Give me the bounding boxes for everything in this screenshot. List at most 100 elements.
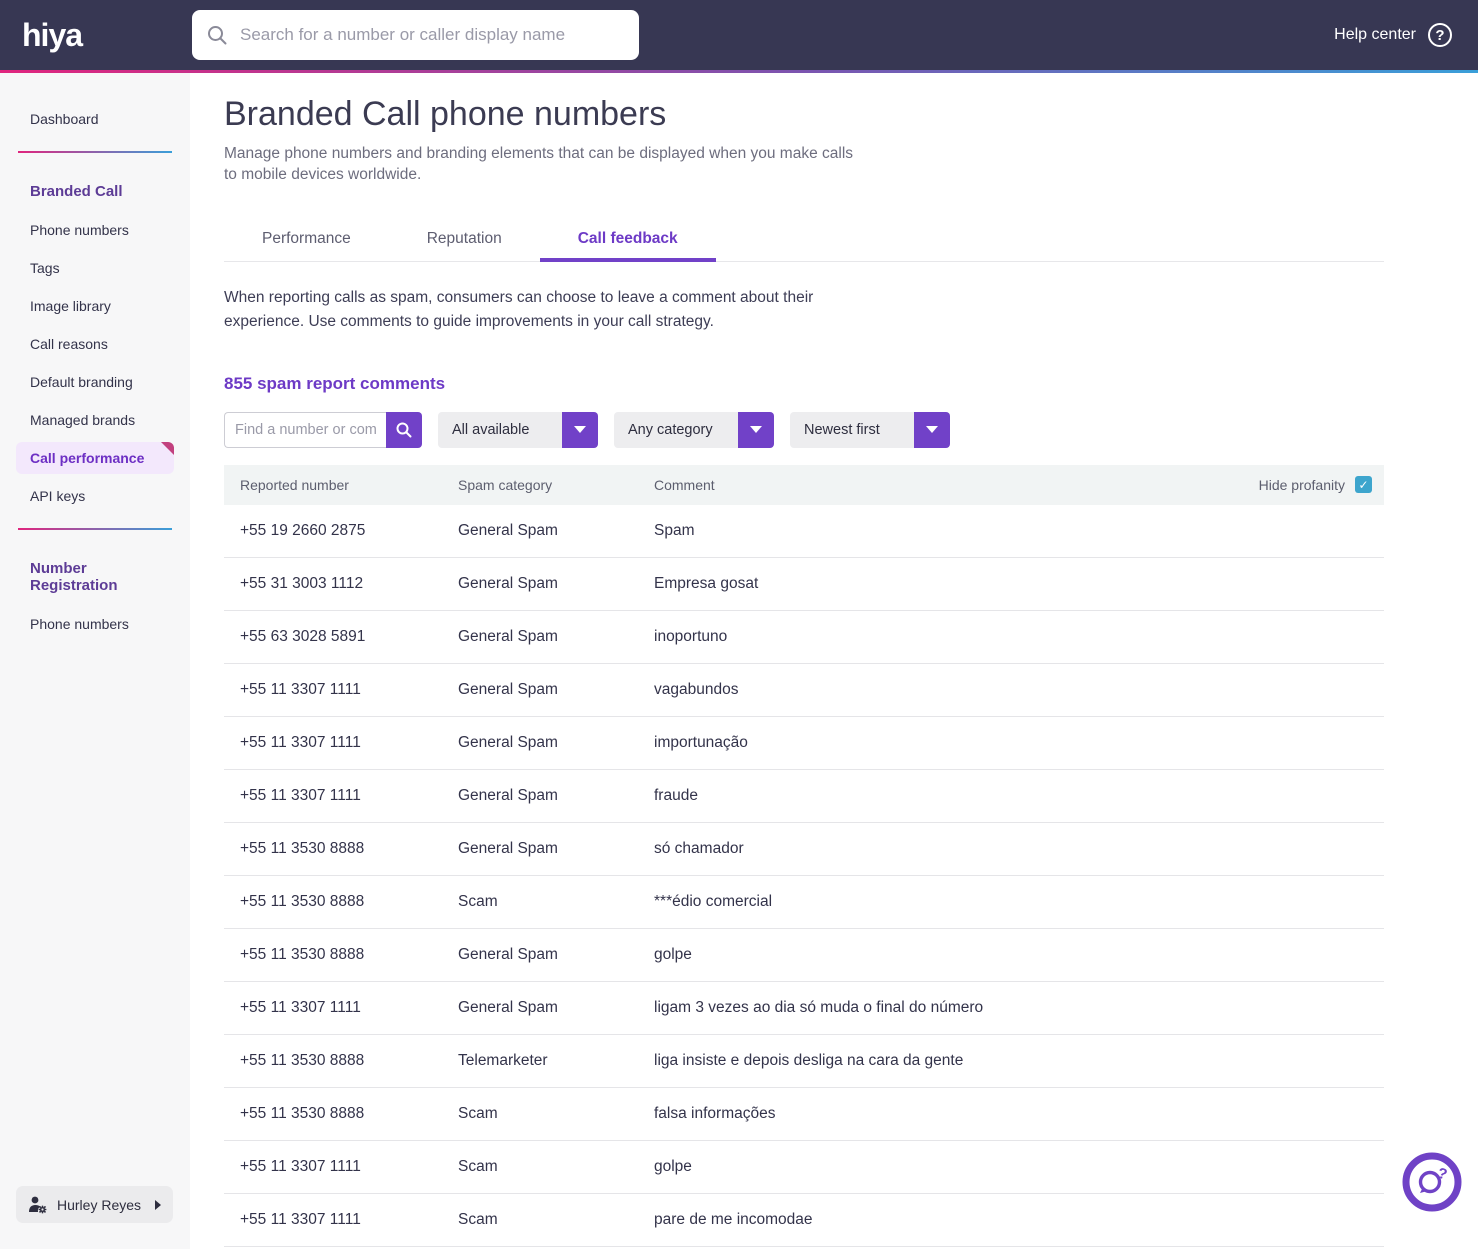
sidebar-item-image-library[interactable]: Image library	[16, 290, 174, 322]
table-row: +55 11 3307 1111 General Spam fraude	[224, 770, 1384, 823]
sort-filter-button[interactable]	[914, 411, 950, 448]
find-button[interactable]	[386, 411, 422, 448]
cell-number: +55 11 3530 8888	[240, 892, 365, 910]
sidebar-item-managed-brands[interactable]: Managed brands	[16, 404, 174, 436]
cell-category: Scam	[458, 1157, 498, 1175]
cell-number: +55 11 3307 1111	[240, 733, 361, 751]
sidebar-item-phone-numbers[interactable]: Phone numbers	[16, 214, 174, 246]
cell-number: +55 11 3307 1111	[240, 1157, 361, 1175]
table-row: +55 11 3307 1111 Scam golpe	[224, 1141, 1384, 1194]
category-filter: Any category	[614, 411, 774, 448]
chevron-right-icon	[155, 1199, 161, 1210]
sidebar-item-api-keys[interactable]: API keys	[16, 480, 174, 512]
user-name: Hurley Reyes	[57, 1196, 142, 1213]
page-title: Branded Call phone numbers	[224, 95, 667, 133]
hide-profanity-label: Hide profanity	[1258, 476, 1345, 493]
table-row: +55 11 3530 8888 Scam falsa informações	[224, 1088, 1384, 1141]
hide-profanity-toggle[interactable]: Hide profanity ✓	[1258, 476, 1372, 494]
cell-category: Scam	[458, 892, 498, 910]
column-spam-category: Spam category	[458, 476, 553, 493]
table-row: +55 11 3307 1111 Scam pare de me incomodae	[224, 1194, 1384, 1247]
page-subtitle: Manage phone numbers and branding elemen…	[224, 145, 854, 183]
cell-category: General Spam	[458, 998, 558, 1016]
cell-category: General Spam	[458, 680, 558, 698]
global-search[interactable]	[192, 10, 639, 60]
cell-number: +55 11 3530 8888	[240, 839, 365, 857]
cell-number: +55 11 3307 1111	[240, 998, 361, 1016]
cell-category: General Spam	[458, 733, 558, 751]
comments-table: Reported number Spam category Comment Hi…	[224, 464, 1384, 1247]
sort-filter-value[interactable]: Newest first	[790, 411, 914, 448]
chevron-down-icon	[926, 426, 938, 434]
cell-comment: falsa informações	[654, 1104, 776, 1122]
cell-comment: importunação	[654, 733, 748, 751]
cell-category: General Spam	[458, 839, 558, 857]
sidebar-section-branded-call: Branded Call	[30, 183, 123, 200]
tab-call-feedback[interactable]: Call feedback	[539, 222, 716, 262]
comment-search-input[interactable]	[224, 411, 386, 448]
chat-help-icon: ?	[1402, 1152, 1462, 1212]
sidebar: Dashboard Branded Call Phone numbers Tags I…	[0, 73, 190, 1249]
table-row: +55 11 3530 8888 General Spam golpe	[224, 929, 1384, 982]
tab-performance[interactable]: Performance	[224, 222, 389, 262]
sidebar-item-tags[interactable]: Tags	[16, 252, 174, 284]
cell-number: +55 31 3003 1112	[240, 574, 364, 592]
availability-filter-button[interactable]	[562, 411, 598, 448]
chevron-down-icon	[750, 426, 762, 434]
cell-comment: golpe	[654, 1157, 692, 1175]
category-filter-button[interactable]	[738, 411, 774, 448]
hide-profanity-checkbox[interactable]: ✓	[1355, 476, 1372, 494]
main-content: Branded Call phone numbers Manage phone …	[190, 73, 1478, 1249]
column-reported-number: Reported number	[240, 476, 349, 493]
sidebar-item-phone-numbers[interactable]: Phone numbers	[16, 608, 174, 640]
cell-number: +55 11 3307 1111	[240, 1210, 361, 1228]
table-row: +55 31 3003 1112 General Spam Empresa gosa…	[224, 558, 1384, 611]
table-row: +55 11 3530 8888 Scam ***édio comercial	[224, 876, 1384, 929]
help-center-link[interactable]: Help center ?	[1334, 23, 1452, 47]
hiya-logo[interactable]: hiya	[22, 17, 192, 54]
sidebar-item-call-performance[interactable]: Call performance	[16, 442, 174, 474]
sidebar-section-number-registration: Number Registration	[30, 560, 118, 594]
availability-filter-value[interactable]: All available	[438, 411, 562, 448]
cell-comment: Empresa gosat	[654, 574, 759, 592]
cell-category: Scam	[458, 1104, 498, 1122]
active-corner-fold	[161, 442, 174, 455]
cell-comment: só chamador	[654, 839, 744, 857]
table-row: +55 11 3307 1111 General Spam ligam 3 veze…	[224, 982, 1384, 1035]
table-row: +55 11 3530 8888 General Spam só chamador	[224, 823, 1384, 876]
cell-number: +55 11 3307 1111	[240, 786, 361, 804]
cell-comment: vagabundos	[654, 680, 739, 698]
cell-number: +55 11 3530 8888	[240, 1104, 365, 1122]
search-icon	[396, 422, 412, 438]
help-center-label: Help center	[1334, 26, 1416, 43]
global-search-input[interactable]	[240, 25, 625, 45]
user-menu[interactable]: Hurley Reyes	[16, 1186, 173, 1223]
cell-category: General Spam	[458, 574, 558, 592]
cell-comment: ***édio comercial	[654, 892, 773, 910]
table-row: +55 11 3307 1111 General Spam vagabundos	[224, 664, 1384, 717]
cell-number: +55 11 3307 1111	[240, 680, 361, 698]
cell-comment: ligam 3 vezes ao dia só muda o final do …	[654, 998, 984, 1016]
cell-number: +55 11 3530 8888	[240, 945, 365, 963]
help-chat-button[interactable]: ?	[1402, 1152, 1462, 1212]
table-row: +55 19 2660 2875 General Spam Spam	[224, 505, 1384, 558]
table-row: +55 11 3530 8888 Telemarketer liga insiste…	[224, 1035, 1384, 1088]
user-settings-icon	[29, 1196, 47, 1214]
cell-comment: pare de me incomodae	[654, 1210, 813, 1228]
sidebar-item-call-reasons[interactable]: Call reasons	[16, 328, 174, 360]
cell-comment: Spam	[654, 521, 695, 539]
sidebar-item-default-branding[interactable]: Default branding	[16, 366, 174, 398]
cell-category: Telemarketer	[458, 1051, 548, 1069]
column-comment: Comment	[654, 476, 715, 493]
filter-bar: All available Any category Newest first	[224, 411, 1384, 448]
tab-reputation[interactable]: Reputation	[389, 222, 540, 262]
cell-number: +55 11 3530 8888	[240, 1051, 365, 1069]
chevron-down-icon	[574, 426, 586, 434]
cell-number: +55 63 3028 5891	[240, 627, 366, 645]
category-filter-value[interactable]: Any category	[614, 411, 738, 448]
sidebar-divider	[18, 528, 172, 530]
sidebar-divider	[18, 151, 172, 153]
sidebar-item-dashboard[interactable]: Dashboard	[16, 103, 174, 135]
comments-count-heading: 855 spam report comments	[224, 373, 446, 393]
table-row: +55 11 3307 1111 General Spam importunação	[224, 717, 1384, 770]
